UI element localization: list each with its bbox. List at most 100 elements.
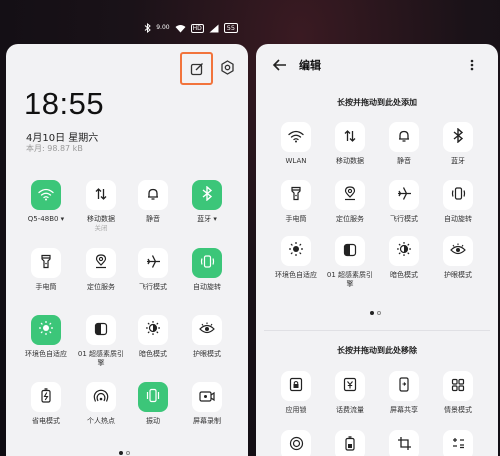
tile-button[interactable]	[335, 430, 365, 456]
tile-billing[interactable]: 话费流量	[320, 371, 380, 415]
tile-button[interactable]	[281, 371, 311, 401]
tile-engine[interactable]: 01 超感素质引擎	[71, 315, 131, 368]
tile-bluetooth[interactable]: 蓝牙 ▾	[177, 180, 237, 224]
tile-flashlight[interactable]: 手电筒	[266, 180, 326, 224]
tile-eye[interactable]: 护眼模式	[177, 315, 237, 359]
tile-bell[interactable]: 静音	[374, 122, 434, 166]
engine-icon	[94, 321, 108, 340]
section-divider	[264, 330, 490, 331]
tile-airplane[interactable]: 飞行模式	[123, 248, 183, 292]
tile-button[interactable]	[443, 180, 473, 210]
tile-location[interactable]: 定位服务	[71, 248, 131, 292]
tile-label: 01 超感素质引	[77, 350, 125, 358]
tile-screen-share[interactable]: 屏幕共享	[374, 371, 434, 415]
tile-hotspot[interactable]: 个人热点	[71, 382, 131, 426]
battery-icon	[344, 435, 356, 455]
tile-wifi[interactable]: WLAN	[266, 122, 326, 166]
bluetooth-status-icon	[144, 23, 151, 33]
tile-rotate[interactable]: 自动旋转	[428, 180, 488, 224]
tile-flashlight[interactable]: 手电筒	[16, 248, 76, 292]
tile-button[interactable]	[138, 248, 168, 278]
tile-label: 静音	[146, 215, 160, 223]
settings-button[interactable]	[218, 58, 236, 76]
tile-calculator[interactable]	[428, 430, 488, 456]
tile-button[interactable]	[192, 315, 222, 345]
status-bar: 9.00 HD 55	[144, 22, 238, 34]
tile-button[interactable]	[389, 236, 419, 266]
bluetooth-icon	[452, 126, 464, 147]
page-title: 编辑	[299, 59, 321, 72]
tile-button[interactable]	[192, 382, 222, 412]
tile-button[interactable]	[192, 248, 222, 278]
tile-dark-mode[interactable]: 暗色模式	[123, 315, 183, 359]
tile-button[interactable]	[86, 180, 116, 210]
tile-bell[interactable]: 静音	[123, 180, 183, 224]
more-menu-button[interactable]	[469, 58, 475, 72]
adaptive-color-icon	[288, 241, 304, 261]
rotate-icon	[200, 254, 215, 273]
tile-button[interactable]	[192, 180, 222, 210]
tile-mobile-data[interactable]: 移动数据	[320, 122, 380, 166]
tile-screen-record[interactable]: 屏幕录制	[177, 382, 237, 426]
tile-battery[interactable]	[320, 430, 380, 456]
tile-button[interactable]	[335, 180, 365, 210]
tile-button[interactable]	[389, 122, 419, 152]
tile-vibrate[interactable]: 振动	[123, 382, 183, 426]
tile-battery-saver[interactable]: 省电模式	[16, 382, 76, 426]
tile-button[interactable]	[443, 236, 473, 266]
tile-button[interactable]	[281, 430, 311, 456]
tile-bluetooth[interactable]: 蓝牙	[428, 122, 488, 166]
tile-button[interactable]	[335, 371, 365, 401]
tile-button[interactable]	[138, 315, 168, 345]
tile-dark-mode[interactable]: 暗色模式	[374, 236, 434, 280]
tile-button[interactable]	[31, 180, 61, 210]
tile-button[interactable]	[335, 122, 365, 152]
scene-mode-icon	[451, 377, 465, 396]
tile-button[interactable]	[31, 315, 61, 345]
tile-button[interactable]	[86, 248, 116, 278]
tile-target[interactable]	[266, 430, 326, 456]
eye-icon	[199, 321, 215, 340]
tile-button[interactable]	[281, 180, 311, 210]
edit-tiles-button[interactable]	[180, 52, 213, 85]
tile-engine[interactable]: 01 超感素质引擎	[320, 236, 380, 289]
location-icon	[343, 185, 357, 205]
tile-label: 护眼模式	[193, 350, 221, 358]
tile-mobile-data[interactable]: 移动数据 关闭	[71, 180, 131, 232]
tile-adaptive-color[interactable]: 环境色自适应	[266, 236, 326, 280]
vibrate-icon	[145, 388, 161, 407]
tile-app-lock[interactable]: 应用锁	[266, 371, 326, 415]
tile-button[interactable]	[138, 382, 168, 412]
tile-label: 振动	[146, 417, 160, 425]
airplane-icon	[146, 254, 161, 273]
tile-wifi[interactable]: Q5-48B0 ▾	[16, 180, 76, 224]
billing-icon	[343, 377, 357, 396]
back-button[interactable]	[272, 58, 288, 72]
tile-button[interactable]	[443, 371, 473, 401]
tile-button[interactable]	[389, 430, 419, 456]
screen-share-icon	[397, 376, 411, 396]
tile-button[interactable]	[335, 236, 365, 266]
tile-button[interactable]	[86, 382, 116, 412]
mobile-data-icon	[94, 186, 108, 205]
dark-mode-icon	[145, 320, 161, 340]
tile-button[interactable]	[389, 371, 419, 401]
tile-button[interactable]	[31, 382, 61, 412]
tile-button[interactable]	[31, 248, 61, 278]
tile-scene-mode[interactable]: 情景模式	[428, 371, 488, 415]
tile-button[interactable]	[443, 122, 473, 152]
tile-button[interactable]	[86, 315, 116, 345]
tile-eye[interactable]: 护眼模式	[428, 236, 488, 280]
tile-rotate[interactable]: 自动旋转	[177, 248, 237, 292]
tile-label: 飞行模式	[390, 215, 418, 223]
tile-button[interactable]	[138, 180, 168, 210]
tile-button[interactable]	[443, 430, 473, 456]
tile-label: 蓝牙	[451, 157, 465, 165]
tile-adaptive-color[interactable]: 环境色自适应	[16, 315, 76, 359]
tile-button[interactable]	[281, 122, 311, 152]
tile-crop[interactable]	[374, 430, 434, 456]
tile-location[interactable]: 定位服务	[320, 180, 380, 224]
tile-button[interactable]	[389, 180, 419, 210]
tile-airplane[interactable]: 飞行模式	[374, 180, 434, 224]
tile-button[interactable]	[281, 236, 311, 266]
